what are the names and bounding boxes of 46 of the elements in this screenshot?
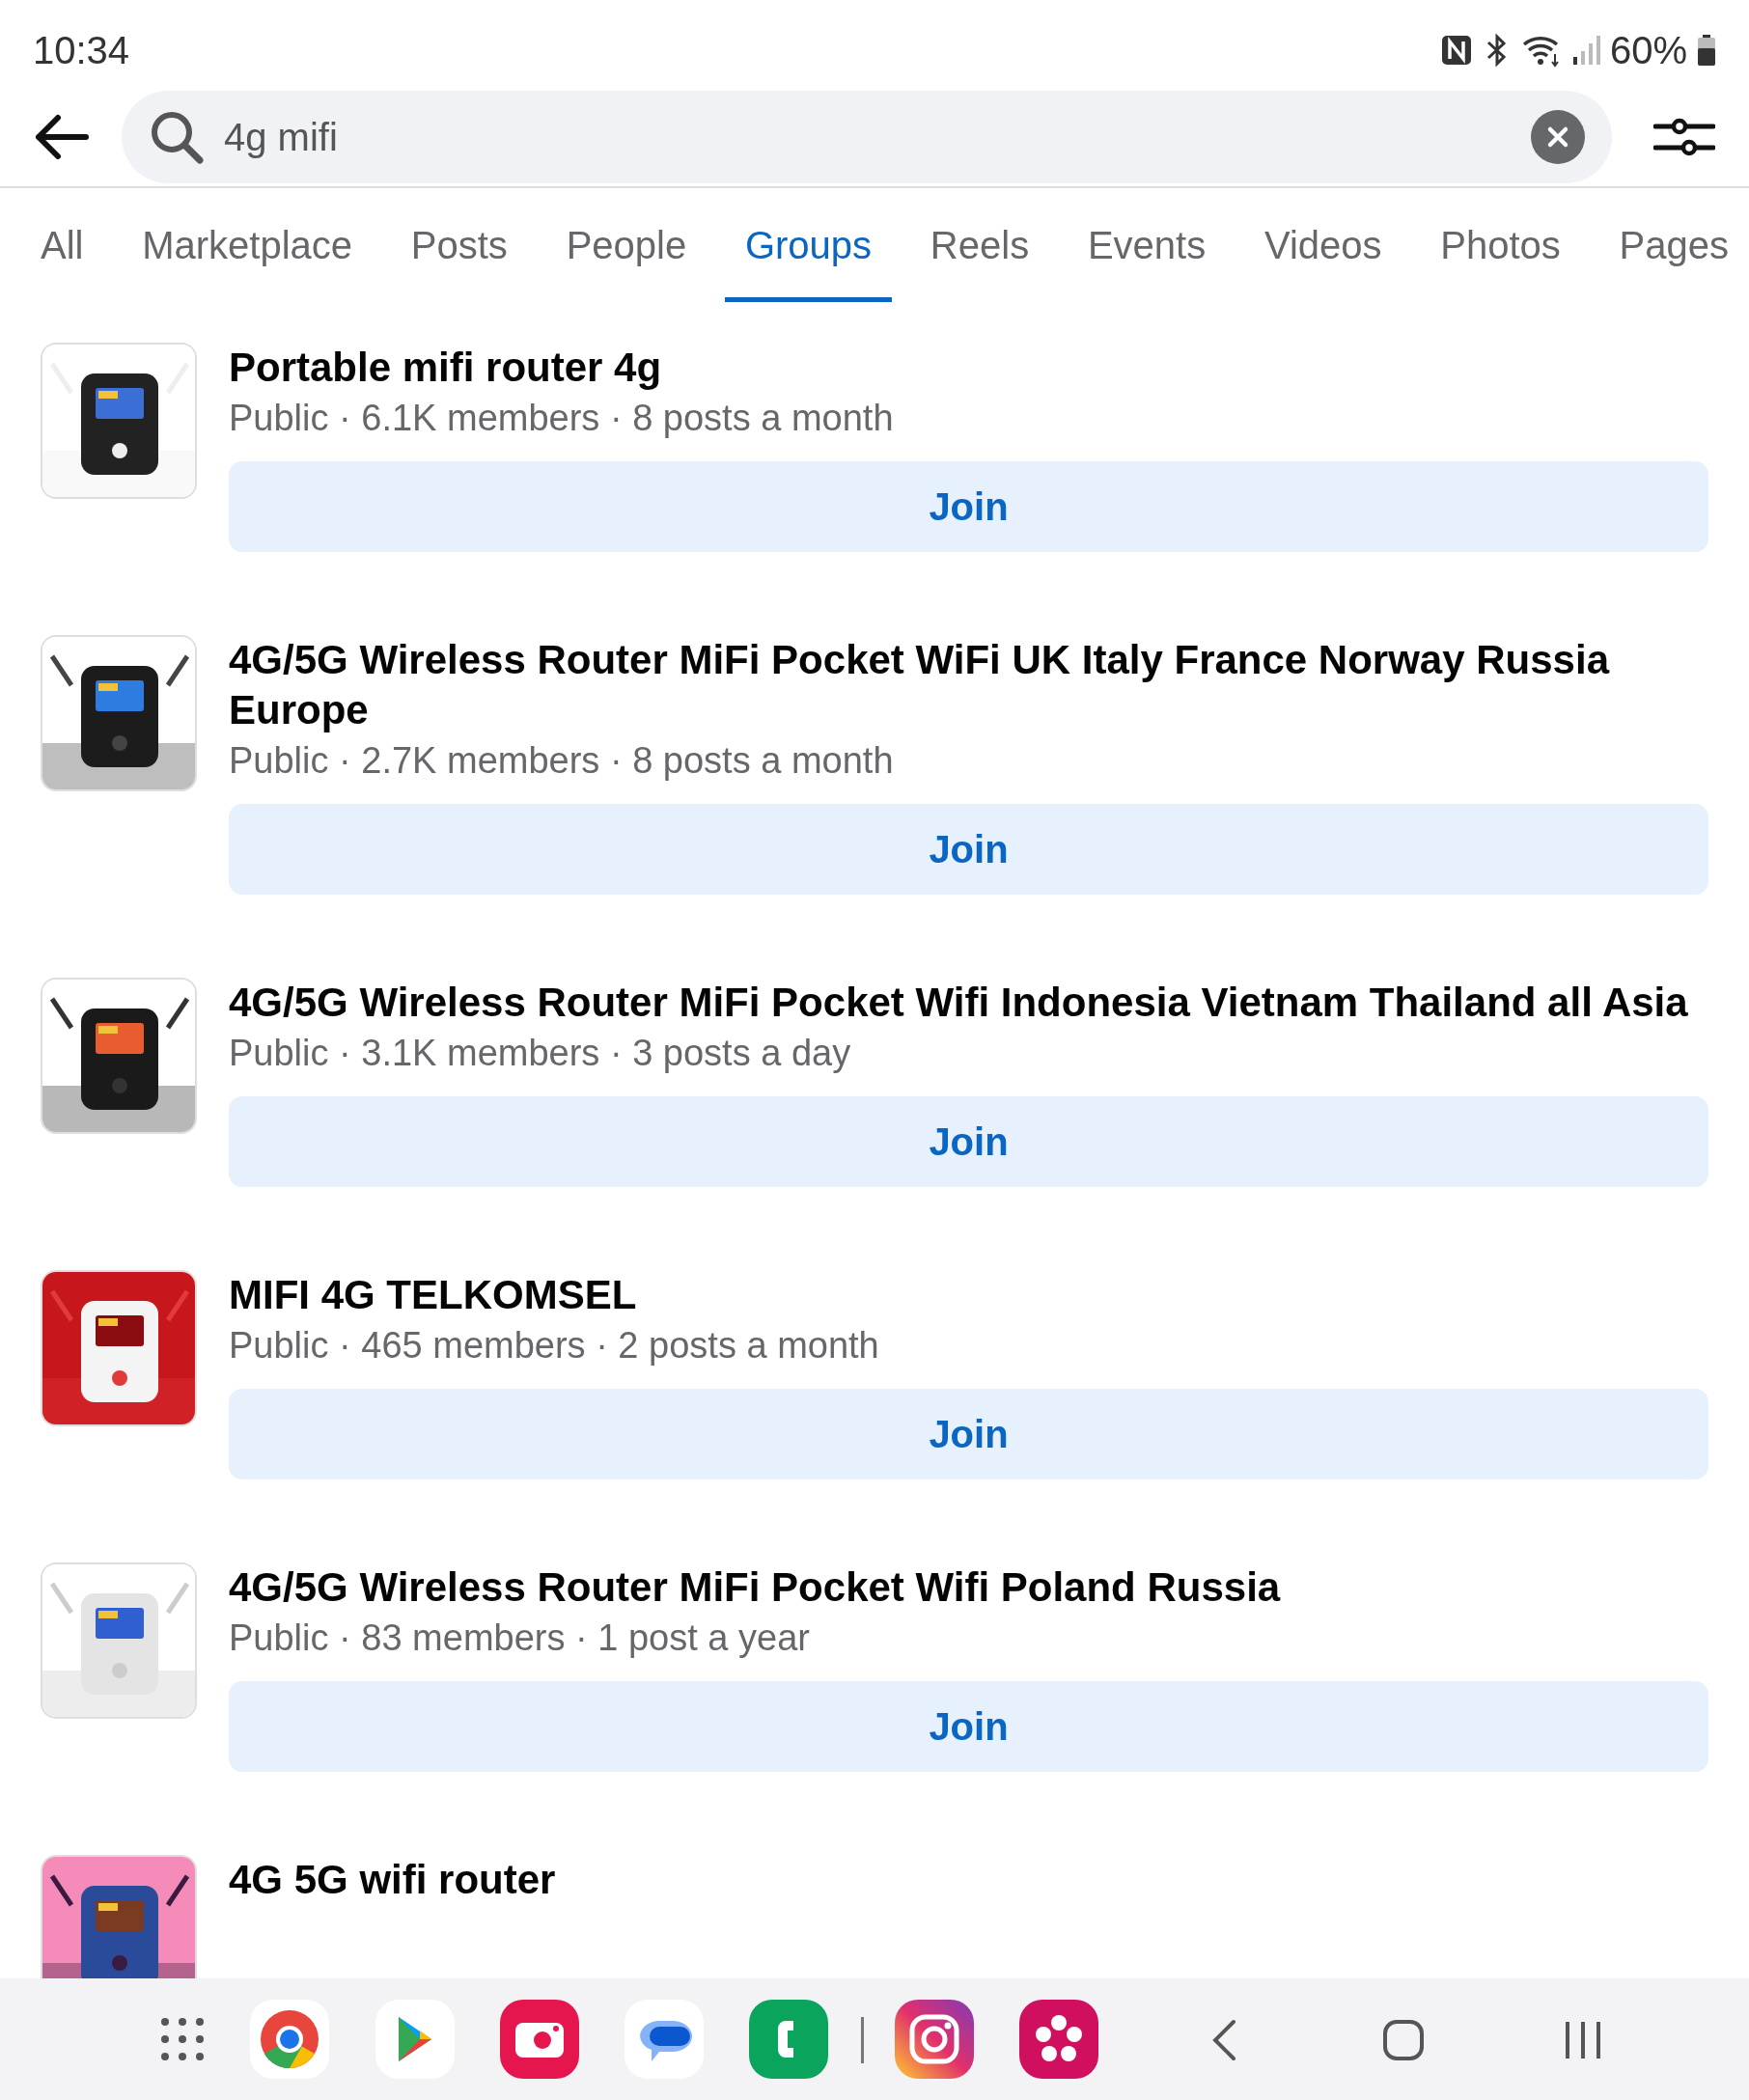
status-time: 10:34 — [33, 28, 130, 73]
instagram-icon[interactable] — [895, 2000, 974, 2079]
back-nav-icon[interactable] — [1210, 2019, 1237, 2061]
home-nav-icon[interactable] — [1382, 2019, 1425, 2061]
chat-bubble-icon[interactable] — [625, 2000, 704, 2079]
tab[interactable]: Posts — [390, 188, 528, 302]
tab[interactable]: People — [545, 188, 708, 302]
group-title[interactable]: 4G/5G Wireless Router MiFi Pocket Wifi Poland Russia — [229, 1562, 1708, 1613]
tab[interactable]: Videos — [1243, 188, 1402, 302]
camera-icon[interactable] — [500, 2000, 579, 2079]
recents-nav-icon[interactable] — [1564, 2019, 1602, 2061]
search-query: 4g mifi — [224, 114, 339, 160]
tab[interactable]: Photos — [1420, 188, 1581, 302]
join-button[interactable]: Join — [229, 804, 1708, 895]
play-store-icon[interactable] — [375, 2000, 455, 2079]
flower-icon[interactable] — [1019, 2000, 1098, 2079]
tab[interactable]: All — [20, 188, 104, 302]
group-title[interactable]: MIFI 4G TELKOMSEL — [229, 1270, 1708, 1320]
tab[interactable]: Events — [1067, 188, 1227, 302]
group-details: Public · 83 members · 1 post a year — [229, 1616, 811, 1660]
close-icon — [1546, 124, 1569, 149]
tab[interactable]: Marketplace — [122, 188, 374, 302]
back-arrow-icon — [33, 113, 89, 160]
join-button[interactable]: Join — [229, 1389, 1708, 1479]
group-title[interactable]: 4G/5G Wireless Router MiFi Pocket Wifi Indonesia Vietnam Thailand all Asia — [229, 978, 1708, 1028]
battery-percent: 60% — [1609, 28, 1687, 73]
signal-icon — [1570, 34, 1600, 67]
search-field[interactable]: 4g mifi — [122, 90, 1612, 183]
join-button[interactable]: Join — [229, 1681, 1708, 1772]
group-title[interactable]: 4G/5G Wireless Router MiFi Pocket WiFi UK Italy France Norway Russia Europe — [229, 635, 1708, 735]
group-title[interactable]: 4G 5G wifi router — [229, 1855, 1708, 1905]
join-button[interactable]: Join — [229, 461, 1708, 552]
tab[interactable]: Reels — [909, 188, 1050, 302]
group-details: Public · 2.7K members · 8 posts a month — [229, 739, 895, 783]
battery-icon — [1697, 34, 1716, 67]
tab[interactable]: Pages — [1598, 188, 1749, 302]
tab[interactable]: Groups — [724, 188, 893, 302]
join-button[interactable]: Join — [229, 1096, 1708, 1187]
group-title[interactable]: Portable mifi router 4g — [229, 343, 1708, 393]
nfc-icon — [1439, 34, 1473, 67]
group-details: Public · 465 members · 2 posts a month — [229, 1324, 880, 1368]
app-grid-icon[interactable] — [160, 2017, 205, 2061]
chrome-icon[interactable] — [250, 2000, 329, 2079]
phone-icon[interactable] — [749, 2000, 828, 2079]
group-details: Public · 3.1K members · 3 posts a day — [229, 1032, 852, 1075]
group-details: Public · 6.1K members · 8 posts a month — [229, 397, 895, 440]
